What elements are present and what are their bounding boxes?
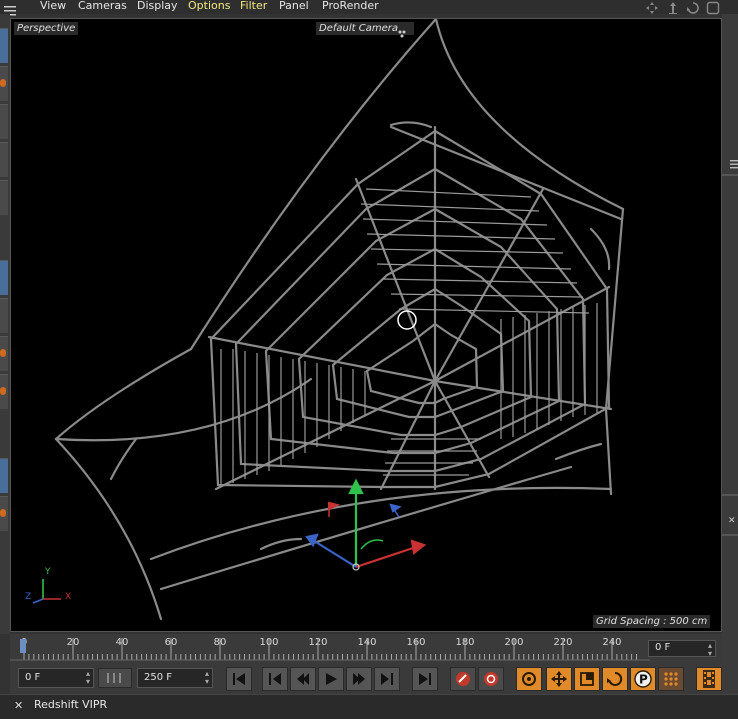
scale-track-button[interactable] bbox=[574, 667, 600, 691]
parameter-track-button[interactable]: P bbox=[630, 667, 656, 691]
tool-button-snap[interactable] bbox=[0, 496, 8, 531]
tool-dot-icon bbox=[0, 509, 6, 517]
maximize-view-icon[interactable] bbox=[706, 0, 720, 19]
world-axis-gizmo bbox=[305, 478, 427, 571]
previous-frame-button[interactable] bbox=[290, 667, 316, 691]
menu-view[interactable]: View bbox=[40, 0, 66, 12]
svg-text:P: P bbox=[639, 673, 648, 687]
position-track-button[interactable] bbox=[546, 667, 572, 691]
right-panel-strip: ✕ bbox=[722, 14, 738, 714]
close-icon[interactable]: ✕ bbox=[14, 699, 23, 712]
panel-menu-icon[interactable] bbox=[730, 154, 738, 173]
start-frame-field[interactable]: 0 F ▴ ▾ bbox=[18, 668, 94, 688]
range-slider[interactable] bbox=[98, 668, 132, 688]
spinner-arrows-icon: ▴ ▾ bbox=[85, 669, 90, 686]
current-frame-field[interactable]: 0 F ▴ ▾ bbox=[648, 640, 716, 658]
camera-options-icon[interactable] bbox=[397, 24, 407, 43]
tool-button-light[interactable] bbox=[0, 374, 8, 409]
zoom-view-icon[interactable] bbox=[666, 0, 680, 19]
tool-dot-icon bbox=[0, 387, 6, 395]
tool-button-primitive[interactable] bbox=[0, 66, 8, 101]
grid-spacing-label: Grid Spacing : 500 cm bbox=[593, 615, 711, 628]
menu-filter[interactable]: Filter bbox=[240, 0, 267, 12]
3d-viewport[interactable]: Perspective Default Camera Grid Spacing … bbox=[10, 18, 722, 632]
panel-divider bbox=[722, 534, 738, 536]
left-tool-strip bbox=[0, 14, 10, 634]
go-to-end-button[interactable] bbox=[412, 667, 438, 691]
play-button[interactable] bbox=[318, 667, 344, 691]
start-frame-value: 0 F bbox=[25, 672, 41, 683]
close-icon[interactable]: ✕ bbox=[728, 516, 736, 526]
menu-options[interactable]: Options bbox=[188, 0, 230, 12]
point-level-animation-button[interactable] bbox=[658, 667, 684, 691]
timeline-ruler[interactable]: 020406080100120140160180200220240 bbox=[10, 634, 722, 662]
rotation-track-button[interactable] bbox=[602, 667, 628, 691]
spider-web-wireframe bbox=[32, 19, 625, 621]
tool-button-camera[interactable] bbox=[0, 336, 8, 371]
film-strip-button[interactable] bbox=[696, 667, 722, 691]
next-frame-button[interactable] bbox=[346, 667, 372, 691]
timeline-ticks bbox=[10, 638, 650, 661]
tool-button-array[interactable] bbox=[0, 180, 8, 215]
end-frame-field[interactable]: 250 F ▴ ▾ bbox=[137, 668, 213, 688]
tool-dot-icon bbox=[0, 79, 6, 87]
menu-cameras[interactable]: Cameras bbox=[78, 0, 127, 12]
tool-button-scene[interactable] bbox=[0, 298, 8, 333]
menu-panel[interactable]: Panel bbox=[279, 0, 309, 12]
panel-divider bbox=[722, 174, 738, 176]
axis-x-label: X bbox=[65, 592, 72, 602]
axis-z-label: Z bbox=[25, 592, 32, 602]
menu-bar: View Cameras Display Options Filter Pane… bbox=[0, 0, 738, 16]
spinner-arrows-icon: ▴ ▾ bbox=[707, 641, 712, 658]
axis-y-label: Y bbox=[45, 567, 51, 577]
navigation-cursor-icon bbox=[397, 310, 417, 330]
tool-button-workplane[interactable] bbox=[0, 458, 8, 493]
status-label: Redshift VIPR bbox=[34, 698, 108, 711]
next-keyframe-button[interactable] bbox=[374, 667, 400, 691]
menu-prorender[interactable]: ProRender bbox=[322, 0, 379, 12]
spinner-arrows-icon: ▴ ▾ bbox=[204, 669, 209, 686]
end-frame-value: 250 F bbox=[144, 672, 173, 683]
previous-keyframe-button[interactable] bbox=[262, 667, 288, 691]
status-bar: ✕ Redshift VIPR bbox=[0, 694, 738, 719]
current-frame-value: 0 F bbox=[655, 642, 671, 653]
menu-display[interactable]: Display bbox=[137, 0, 178, 12]
hamburger-menu-icon[interactable] bbox=[4, 1, 16, 16]
keyframe-selection-button[interactable] bbox=[516, 667, 542, 691]
auto-keyframe-button[interactable] bbox=[478, 667, 504, 691]
tool-button-deformer[interactable] bbox=[0, 260, 8, 295]
tool-button-select[interactable] bbox=[0, 28, 8, 63]
record-keyframe-button[interactable] bbox=[450, 667, 476, 691]
view-label[interactable]: Perspective bbox=[14, 22, 79, 35]
playhead-marker[interactable] bbox=[20, 639, 26, 653]
tool-button-nurbs[interactable] bbox=[0, 142, 8, 177]
tool-dot-icon bbox=[0, 349, 6, 357]
go-to-start-button[interactable] bbox=[226, 667, 252, 691]
rotate-view-icon[interactable] bbox=[686, 0, 700, 19]
tool-button-spline[interactable] bbox=[0, 104, 8, 139]
move-view-icon[interactable] bbox=[645, 0, 659, 19]
panel-divider bbox=[722, 494, 738, 496]
